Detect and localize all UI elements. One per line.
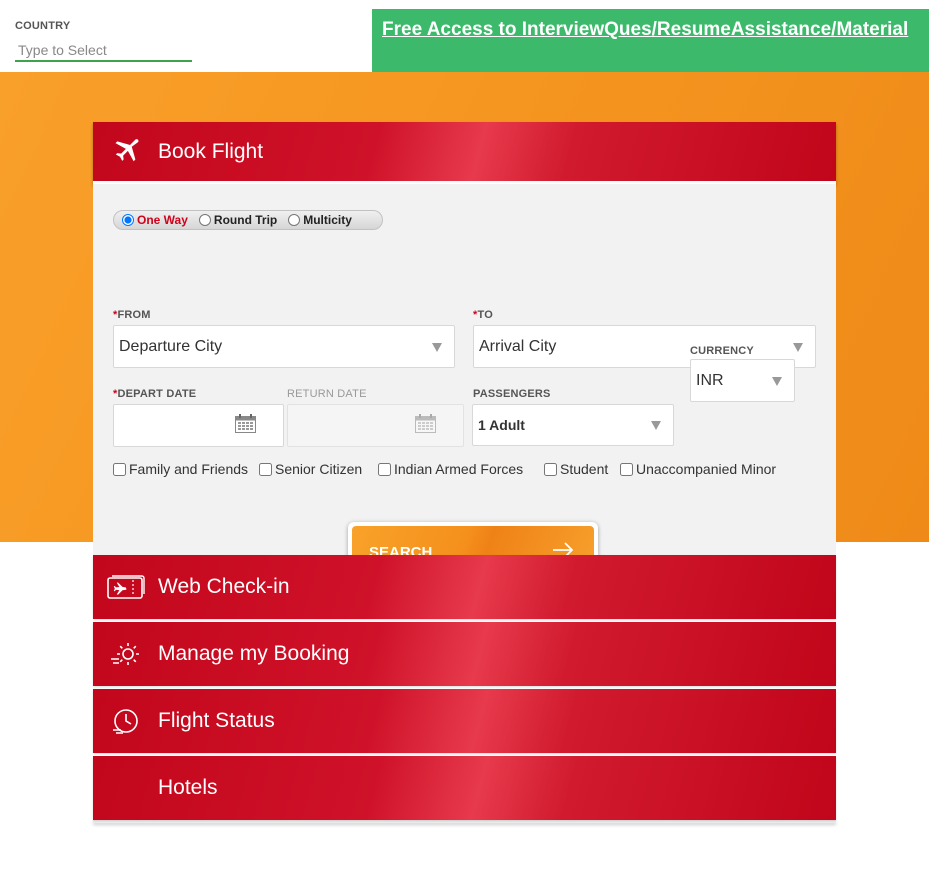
flight-status-section[interactable]: Flight Status [93, 689, 836, 753]
from-select[interactable]: Departure City [113, 325, 455, 368]
panel-bottom-edge [93, 820, 836, 823]
currency-label: CURRENCY [690, 344, 754, 358]
from-label: *FROM [113, 309, 151, 321]
country-label: COUNTRY [15, 20, 71, 32]
unaccompanied-minor-checkbox[interactable] [620, 462, 633, 476]
to-label: *TO [473, 309, 493, 321]
chevron-down-icon [432, 342, 442, 352]
chevron-down-icon [793, 342, 803, 352]
passengers-value: 1 Adult [478, 417, 525, 433]
chevron-down-icon [772, 376, 782, 386]
one-way-label: One Way [137, 213, 188, 227]
return-date-input[interactable] [287, 404, 464, 447]
manage-booking-section[interactable]: Manage my Booking [93, 622, 836, 686]
multicity-label: Multicity [303, 213, 352, 227]
trip-round-trip[interactable]: Round Trip [198, 213, 278, 227]
currency-select[interactable]: INR [690, 359, 795, 402]
return-date-label: RETURN DATE [287, 388, 367, 400]
country-input[interactable] [15, 40, 192, 62]
student-checkbox[interactable] [544, 462, 557, 476]
option-senior-citizen[interactable]: Senior Citizen [259, 461, 362, 477]
armed-forces-checkbox[interactable] [378, 462, 391, 476]
calendar-icon[interactable] [235, 414, 256, 438]
depart-date-input[interactable] [113, 404, 284, 447]
hotels-label: Hotels [158, 776, 218, 799]
round-trip-radio[interactable] [198, 214, 211, 226]
gear-plane-icon [93, 639, 158, 669]
trip-one-way[interactable]: One Way [122, 213, 188, 227]
manage-booking-label: Manage my Booking [158, 642, 350, 665]
depart-date-label: *DEPART DATE [113, 388, 197, 400]
booking-panel: Book Flight One Way Round Trip Multicity… [93, 122, 836, 823]
boarding-pass-icon [93, 573, 158, 601]
to-value: Arrival City [479, 337, 557, 355]
round-trip-label: Round Trip [213, 213, 278, 227]
flight-status-label: Flight Status [158, 709, 275, 732]
page: COUNTRY Free Access to InterviewQues/Res… [0, 0, 929, 887]
passengers-select[interactable]: 1 Adult [472, 404, 674, 446]
book-flight-header[interactable]: Book Flight [93, 122, 836, 184]
family-friends-checkbox[interactable] [113, 462, 126, 476]
calendar-icon[interactable] [415, 414, 436, 438]
from-value: Departure City [119, 337, 223, 355]
one-way-radio[interactable] [122, 214, 134, 226]
book-flight-title: Book Flight [158, 139, 264, 163]
promo-link[interactable]: Free Access to InterviewQues/ResumeAssis… [382, 19, 908, 40]
chevron-down-icon [651, 421, 661, 430]
trip-type-selector: One Way Round Trip Multicity [113, 210, 383, 230]
passengers-label: PASSENGERS [473, 388, 551, 400]
web-checkin-section[interactable]: Web Check-in [93, 555, 836, 619]
option-family-friends[interactable]: Family and Friends [113, 461, 248, 477]
option-student[interactable]: Student [544, 461, 608, 477]
option-unaccompanied-minor[interactable]: Unaccompanied Minor [620, 461, 776, 477]
country-selector: COUNTRY [15, 20, 192, 62]
hotels-section[interactable]: Hotels [93, 756, 836, 820]
promo-banner: Free Access to InterviewQues/ResumeAssis… [372, 9, 929, 73]
trip-multicity[interactable]: Multicity [288, 213, 352, 227]
option-armed-forces[interactable]: Indian Armed Forces [378, 461, 523, 477]
book-flight-form: One Way Round Trip Multicity *FROM Depar… [93, 184, 836, 582]
clock-plane-icon [93, 706, 158, 736]
senior-citizen-checkbox[interactable] [259, 462, 272, 476]
web-checkin-label: Web Check-in [158, 575, 290, 598]
currency-value: INR [696, 371, 724, 389]
airplane-icon [93, 137, 158, 167]
multicity-radio[interactable] [288, 214, 301, 226]
